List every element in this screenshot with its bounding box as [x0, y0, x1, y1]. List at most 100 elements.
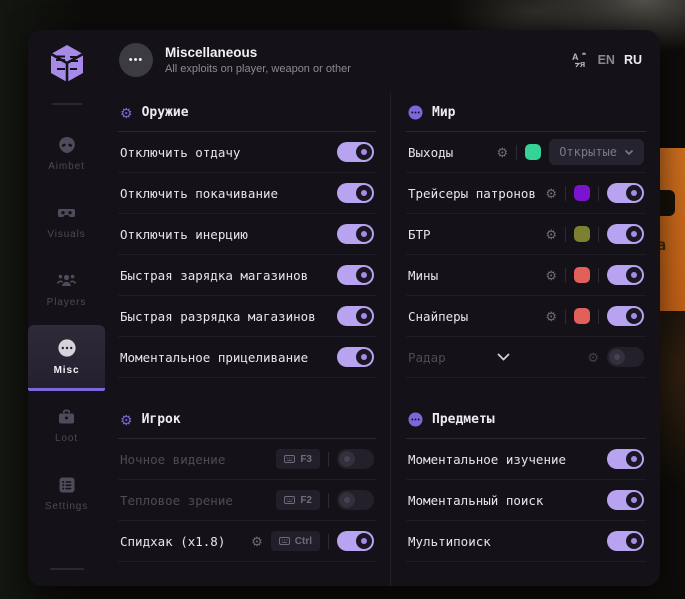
setting-label: Отключить отдачу: [120, 145, 240, 160]
row-settings-gear-icon[interactable]: ⚙: [545, 269, 557, 282]
divider: [565, 186, 566, 201]
setting-label: Ночное видение: [120, 452, 225, 467]
section-title: Мир: [432, 105, 455, 120]
section-title: Предметы: [432, 412, 495, 427]
setting-row: Быстрая зарядка магазинов: [118, 255, 376, 296]
divider: [516, 145, 517, 160]
setting-row: Мультипоиск: [406, 521, 646, 562]
sidebar: Aimbet Visuals Players: [28, 30, 105, 586]
toggle-switch[interactable]: [607, 224, 644, 244]
sidebar-item-label: Players: [47, 297, 87, 308]
sidebar-item-label: Settings: [45, 501, 88, 512]
section-weapon: ⚙ Оружие Отключить отдачу Отключить пока…: [118, 92, 376, 378]
setting-row: Мины ⚙: [406, 255, 646, 296]
keyboard-icon: [279, 537, 290, 545]
toggle-switch[interactable]: [337, 449, 374, 469]
toggle-switch[interactable]: [337, 490, 374, 510]
briefcase-icon: [57, 408, 76, 426]
setting-label: БТР: [408, 227, 431, 242]
exits-dropdown[interactable]: Открытые: [549, 139, 644, 165]
sidebar-item-visuals[interactable]: Visuals: [28, 189, 105, 255]
expand-section-button[interactable]: [496, 352, 511, 362]
sidebar-item-settings[interactable]: Settings: [28, 461, 105, 527]
section-title: Оружие: [142, 105, 189, 120]
toggle-switch[interactable]: [607, 490, 644, 510]
color-swatch[interactable]: [525, 144, 541, 160]
toggle-switch[interactable]: [337, 224, 374, 244]
setting-label: Тепловое зрение: [120, 493, 233, 508]
divider: [598, 309, 599, 324]
setting-row: Моментальное изучение: [406, 439, 646, 480]
section-title: Игрок: [142, 412, 181, 427]
toggle-switch[interactable]: [607, 183, 644, 203]
sidebar-item-aimbot[interactable]: Aimbet: [28, 121, 105, 187]
gear-icon: ⚙: [120, 413, 133, 427]
row-settings-gear-icon[interactable]: ⚙: [545, 187, 557, 200]
row-settings-gear-icon[interactable]: ⚙: [497, 146, 509, 159]
ellipsis-circle-icon: [57, 338, 77, 358]
lang-ru-button[interactable]: RU: [624, 53, 642, 67]
toggle-switch[interactable]: [607, 531, 644, 551]
app-logo-icon: [47, 42, 87, 91]
sidebar-item-loot[interactable]: Loot: [28, 393, 105, 459]
row-settings-gear-icon[interactable]: ⚙: [545, 228, 557, 241]
setting-label: Трейсеры патронов: [408, 186, 536, 201]
divider: [598, 268, 599, 283]
hotkey-badge[interactable]: F3: [276, 449, 320, 469]
toggle-switch[interactable]: [607, 347, 644, 367]
section-avatar-icon: •••: [119, 43, 153, 77]
setting-row: Трейсеры патронов ⚙: [406, 173, 646, 214]
toggle-switch[interactable]: [337, 183, 374, 203]
row-settings-gear-icon[interactable]: ⚙: [251, 535, 263, 548]
sidebar-item-misc[interactable]: Misc: [28, 325, 105, 391]
color-swatch[interactable]: [574, 185, 590, 201]
setting-row: Радар ⚙: [406, 337, 646, 378]
hotkey-label: F2: [300, 495, 312, 506]
divider: [598, 227, 599, 242]
setting-label: Быстрая зарядка магазинов: [120, 268, 308, 283]
divider: [328, 534, 329, 549]
translate-icon[interactable]: A я: [571, 51, 589, 69]
hotkey-badge[interactable]: F2: [276, 490, 320, 510]
setting-row: БТР ⚙: [406, 214, 646, 255]
setting-label: Спидхак (x1.8): [120, 534, 225, 549]
sidebar-item-players[interactable]: Players: [28, 257, 105, 323]
dropdown-value: Открытые: [559, 145, 617, 159]
content-grid: ⚙ Оружие Отключить отдачу Отключить пока…: [105, 90, 660, 586]
toggle-switch[interactable]: [337, 142, 374, 162]
divider: [598, 186, 599, 201]
toggle-switch[interactable]: [337, 265, 374, 285]
gear-icon: ⚙: [120, 106, 133, 120]
setting-label: Моментальный поиск: [408, 493, 543, 508]
color-swatch[interactable]: [574, 226, 590, 242]
hotkey-badge[interactable]: Ctrl: [271, 531, 320, 551]
toggle-switch[interactable]: [607, 449, 644, 469]
svg-text:A: A: [572, 52, 579, 62]
setting-label: Выходы: [408, 145, 453, 160]
toggle-switch[interactable]: [337, 531, 374, 551]
sidebar-item-label: Loot: [55, 433, 78, 444]
toggle-switch[interactable]: [337, 347, 374, 367]
page-subtitle: All exploits on player, weapon or other: [165, 63, 351, 75]
color-swatch[interactable]: [574, 308, 590, 324]
divider: [565, 268, 566, 283]
toggle-switch[interactable]: [607, 306, 644, 326]
main-area: ••• Miscellaneous All exploits on player…: [105, 30, 660, 586]
sidebar-item-label: Visuals: [47, 229, 85, 240]
page-title: Miscellaneous: [165, 45, 351, 60]
row-settings-gear-icon[interactable]: ⚙: [545, 310, 557, 323]
svg-text:я: я: [580, 59, 585, 69]
setting-row: Тепловое зрение F2: [118, 480, 376, 521]
setting-row: Выходы ⚙ Открытые: [406, 132, 646, 173]
setting-label: Мультипоиск: [408, 534, 491, 549]
setting-row: Моментальный поиск: [406, 480, 646, 521]
setting-label: Снайперы: [408, 309, 468, 324]
row-settings-gear-icon[interactable]: ⚙: [587, 351, 599, 364]
color-swatch[interactable]: [574, 267, 590, 283]
setting-row: Снайперы ⚙: [406, 296, 646, 337]
toggle-switch[interactable]: [337, 306, 374, 326]
lang-en-button[interactable]: EN: [598, 53, 615, 67]
toggle-switch[interactable]: [607, 265, 644, 285]
setting-label: Мины: [408, 268, 438, 283]
chevron-down-icon: [624, 149, 634, 156]
